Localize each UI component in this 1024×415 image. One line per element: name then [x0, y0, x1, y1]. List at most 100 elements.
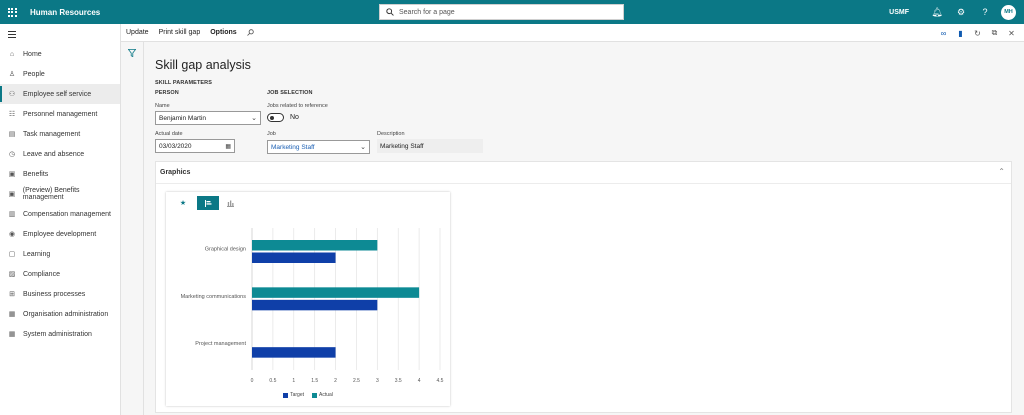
nav-item-employee-self-service[interactable]: ⚇ Employee self service	[0, 84, 120, 104]
x-tick-label: 0.5	[269, 378, 276, 384]
bar-target-graphical-design[interactable]	[252, 252, 336, 264]
name-field[interactable]: Benjamin Martin ⌄	[155, 111, 261, 125]
job-field[interactable]: Marketing Staff ⌄	[267, 140, 370, 154]
legend-item-target[interactable]: Target	[283, 392, 304, 398]
calendar-icon[interactable]: ▦	[225, 143, 231, 150]
nav-item-label: Employee development	[23, 230, 97, 238]
top-bar: Human Resources Search for a page USMF 🔔…	[0, 0, 1024, 24]
nav-item-label: Learning	[23, 250, 51, 258]
action-search-icon[interactable]	[242, 24, 259, 42]
nav-item-compensation-management[interactable]: ▥ Compensation management	[0, 204, 120, 224]
skill-parameters-header: SKILL PARAMETERS	[155, 80, 213, 86]
graphics-panel-header[interactable]: Graphics ⌃	[156, 162, 1011, 184]
org-admin-icon: ▦	[8, 311, 16, 318]
app-launcher-icon[interactable]	[0, 0, 24, 24]
nav-item-label: Benefits	[23, 170, 49, 178]
nav-item-people[interactable]: ♙ People	[0, 64, 120, 84]
search-icon	[386, 8, 394, 16]
filter-pane	[121, 42, 144, 415]
legend-item-actual[interactable]: Actual	[312, 392, 333, 398]
chevron-down-icon[interactable]: ⌄	[251, 114, 257, 122]
benefits-management-icon: ▣	[8, 191, 16, 198]
nav-item-learning[interactable]: ▢ Learning	[0, 244, 120, 264]
y-category-label: Graphical design	[205, 247, 246, 253]
name-label: Name	[155, 103, 170, 109]
nav-item-home[interactable]: ⌂ Home	[0, 44, 120, 64]
people-icon: ♙	[8, 71, 16, 78]
open-new-window-icon[interactable]: ⧉	[986, 28, 1003, 38]
jobs-related-label: Jobs related to reference	[267, 103, 328, 109]
learning-icon: ▢	[8, 251, 16, 258]
legend-swatch	[312, 392, 317, 398]
nav-item-label: System administration	[23, 330, 92, 338]
compliance-icon: ▨	[8, 271, 16, 278]
nav-item-label: Compliance	[23, 270, 60, 278]
navigation-pane: ⌂ Home ♙ People ⚇ Employee self service ☷ Perso…	[0, 24, 121, 415]
refresh-icon[interactable]: ↻	[969, 29, 986, 38]
actual-date-label: Actual date	[155, 131, 183, 137]
actual-date-value: 03/03/2020	[159, 142, 192, 150]
nav-item-task-management[interactable]: ▤ Task management	[0, 124, 120, 144]
job-label: Job	[267, 131, 276, 137]
nav-item-label: People	[23, 70, 45, 78]
home-icon: ⌂	[9, 50, 15, 58]
compensation-icon: ▥	[8, 211, 16, 218]
bar-target-marketing-communications[interactable]	[252, 299, 378, 311]
development-icon: ◉	[8, 231, 16, 238]
x-tick-label: 2.5	[353, 378, 360, 384]
search-input[interactable]: Search for a page	[379, 4, 624, 20]
search-placeholder: Search for a page	[399, 8, 455, 16]
name-value: Benjamin Martin	[159, 114, 206, 122]
notifications-icon[interactable]: 🔔︎	[925, 7, 949, 18]
nav-item-preview-benefits-management[interactable]: ▣ (Preview) Benefits management	[0, 184, 120, 204]
filter-icon[interactable]	[127, 49, 137, 59]
nav-item-label: Home	[23, 50, 42, 58]
nav-item-system-administration[interactable]: ▦ System administration	[0, 324, 120, 344]
bar-target-project-management[interactable]	[252, 347, 336, 358]
update-button[interactable]: Update	[121, 24, 154, 42]
task-icon: ▤	[8, 131, 16, 138]
graphics-title: Graphics	[160, 169, 191, 176]
x-tick-label: 4	[418, 378, 421, 384]
chart-card: ★ 0 0.5 1 1.5 2 2.5 3 3.5 4 4.5 Graphical design Ma…	[166, 192, 450, 406]
gear-icon[interactable]: ⚙	[949, 7, 973, 18]
chart-legend: Target Actual	[166, 392, 450, 398]
y-category-label: Project management	[195, 341, 246, 347]
bar-actual-graphical-design[interactable]	[252, 240, 378, 251]
nav-list: ⌂ Home ♙ People ⚇ Employee self service ☷ Perso…	[0, 44, 120, 344]
main-content: Skill gap analysis SKILL PARAMETERS PERS…	[144, 42, 1024, 415]
processes-icon: ⊞	[9, 291, 15, 298]
link-icon[interactable]: ∞	[935, 29, 952, 38]
nav-item-label: Task management	[23, 130, 81, 138]
nav-item-employee-development[interactable]: ◉ Employee development	[0, 224, 120, 244]
avatar[interactable]: MH	[1001, 4, 1016, 20]
nav-item-organisation-administration[interactable]: ▦ Organisation administration	[0, 304, 120, 324]
x-tick-label: 3	[376, 378, 379, 384]
nav-item-compliance[interactable]: ▨ Compliance	[0, 264, 120, 284]
bar-actual-marketing-communications[interactable]	[252, 287, 420, 298]
graphics-panel: Graphics ⌃ ★ 0 0.5 1 1.5 2 2.5 3 3.5 4 4.5 Graphic…	[155, 161, 1012, 413]
actual-date-field[interactable]: 03/03/2020 ▦	[155, 139, 235, 153]
nav-item-personnel-management[interactable]: ☷ Personnel management	[0, 104, 120, 124]
nav-item-label: Organisation administration	[23, 310, 109, 318]
hamburger-menu-icon[interactable]	[0, 24, 120, 44]
leave-icon: ◷	[8, 151, 16, 158]
jobs-related-toggle[interactable]	[267, 113, 284, 122]
close-icon[interactable]: ✕	[1003, 29, 1020, 38]
office-icon[interactable]: ▮	[952, 29, 969, 38]
app-title[interactable]: Human Resources	[30, 8, 100, 17]
chevron-up-icon[interactable]: ⌃	[998, 167, 1005, 176]
help-icon[interactable]: ?	[973, 7, 997, 17]
options-tab[interactable]: Options	[205, 24, 241, 42]
print-skill-gap-button[interactable]: Print skill gap	[154, 24, 206, 42]
company-selector[interactable]: USMF	[889, 9, 909, 16]
nav-item-benefits[interactable]: ▣ Benefits	[0, 164, 120, 184]
chevron-down-icon[interactable]: ⌄	[360, 143, 366, 151]
description-label: Description	[377, 131, 405, 137]
description-field: Marketing Staff	[377, 139, 483, 153]
nav-item-business-processes[interactable]: ⊞ Business processes	[0, 284, 120, 304]
benefits-icon: ▣	[8, 171, 16, 178]
system-admin-icon: ▦	[8, 331, 16, 338]
legend-swatch	[283, 392, 289, 398]
nav-item-leave-and-absence[interactable]: ◷ Leave and absence	[0, 144, 120, 164]
